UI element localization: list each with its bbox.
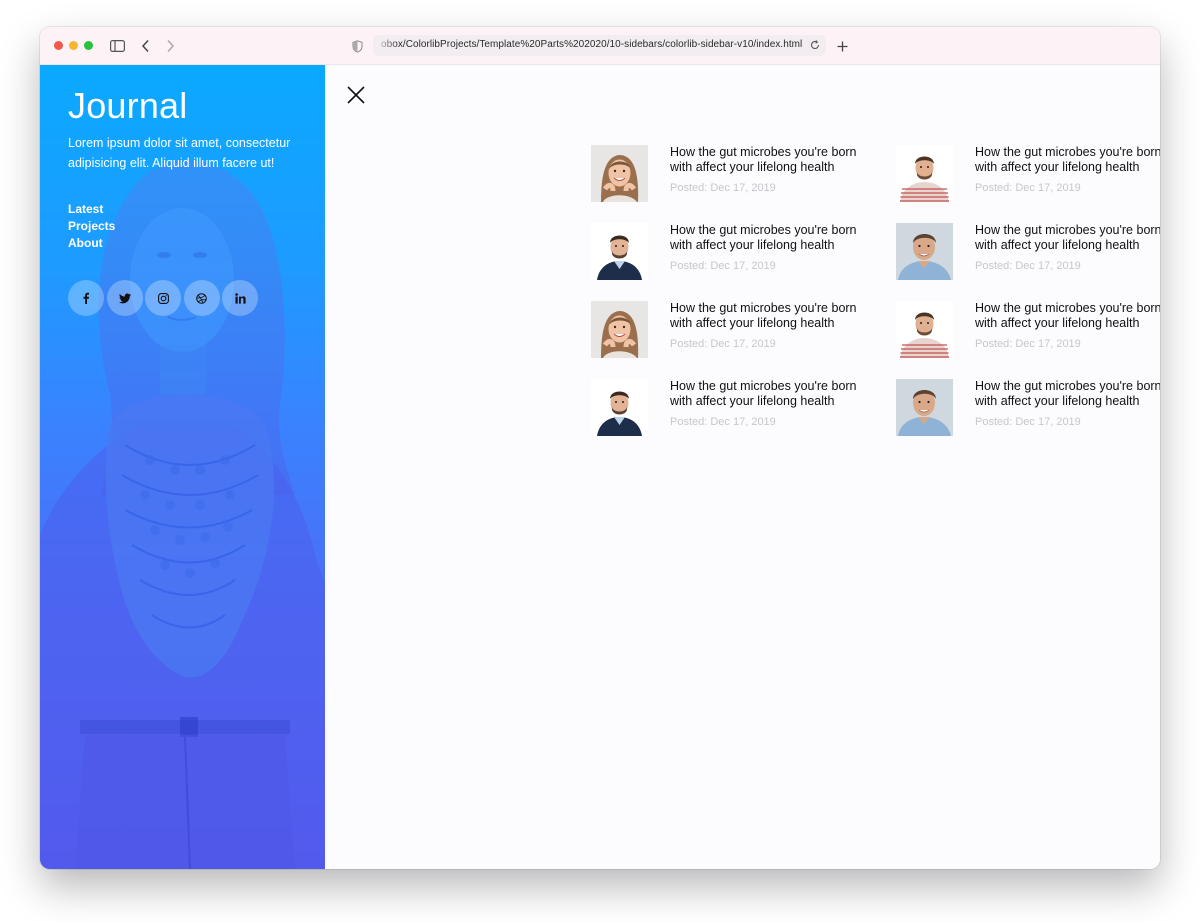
post-thumbnail[interactable] (591, 301, 648, 358)
sidebar: Journal Lorem ipsum dolor sit amet, cons… (40, 65, 325, 869)
back-icon[interactable] (136, 36, 156, 56)
post-date: Posted: Dec 17, 2019 (975, 416, 1081, 428)
avatar-man-sweater (591, 379, 648, 436)
post-item: How the gut microbes you're born with af… (896, 145, 1160, 205)
post-title[interactable]: How the gut microbes you're born with af… (975, 301, 1160, 331)
brand-title[interactable]: Journal (68, 85, 187, 127)
instagram-link[interactable] (145, 280, 181, 316)
new-tab-icon[interactable] (832, 36, 852, 56)
avatar-man-striped-shirt (896, 301, 953, 358)
post-date: Posted: Dec 17, 2019 (670, 338, 776, 350)
post-thumbnail[interactable] (896, 223, 953, 280)
post-title[interactable]: How the gut microbes you're born with af… (975, 379, 1160, 409)
nav-item-latest[interactable]: Latest (68, 201, 115, 218)
twitter-icon (118, 293, 131, 303)
dribbble-icon (196, 292, 207, 304)
facebook-link[interactable] (68, 280, 104, 316)
shield-icon[interactable] (347, 36, 367, 56)
close-window-button[interactable] (54, 41, 63, 50)
post-item: How the gut microbes you're born with af… (591, 379, 911, 439)
post-item: How the gut microbes you're born with af… (591, 223, 911, 283)
avatar-man-sweater (591, 223, 648, 280)
post-title[interactable]: How the gut microbes you're born with af… (670, 301, 930, 331)
facebook-icon (83, 292, 89, 304)
post-title[interactable]: How the gut microbes you're born with af… (670, 379, 930, 409)
brand-tagline: Lorem ipsum dolor sit amet, consectetur … (68, 136, 291, 170)
post-item: How the gut microbes you're born with af… (591, 301, 911, 361)
avatar-man-blue-shirt (896, 379, 953, 436)
sidebar-toggle-icon[interactable] (107, 36, 127, 56)
close-sidebar-button[interactable] (345, 84, 367, 106)
avatar-man-striped-shirt (896, 145, 953, 202)
post-date: Posted: Dec 17, 2019 (975, 182, 1081, 194)
avatar-woman-smiling (591, 145, 648, 202)
reload-icon[interactable] (808, 38, 822, 52)
social-links (68, 280, 261, 316)
post-title[interactable]: How the gut microbes you're born with af… (670, 223, 930, 253)
linkedin-link[interactable] (222, 280, 258, 316)
linkedin-icon (234, 292, 246, 304)
post-date: Posted: Dec 17, 2019 (975, 260, 1081, 272)
post-date: Posted: Dec 17, 2019 (670, 260, 776, 272)
post-thumbnail[interactable] (896, 379, 953, 436)
main-content: How the gut microbes you're born with af… (325, 65, 1160, 869)
post-thumbnail[interactable] (591, 379, 648, 436)
post-thumbnail[interactable] (591, 223, 648, 280)
close-icon (347, 86, 365, 104)
post-date: Posted: Dec 17, 2019 (670, 182, 776, 194)
avatar-woman-smiling (591, 301, 648, 358)
nav-item-about[interactable]: About (68, 235, 115, 252)
post-thumbnail[interactable] (896, 145, 953, 202)
post-thumbnail[interactable] (591, 145, 648, 202)
sidebar-nav: Latest Projects About (68, 201, 115, 252)
dribbble-link[interactable] (183, 280, 220, 316)
post-date: Posted: Dec 17, 2019 (975, 338, 1081, 350)
post-title[interactable]: How the gut microbes you're born with af… (975, 223, 1160, 253)
nav-item-projects[interactable]: Projects (68, 218, 115, 235)
post-thumbnail[interactable] (896, 301, 953, 358)
post-item: How the gut microbes you're born with af… (896, 301, 1160, 361)
forward-icon[interactable] (160, 36, 180, 56)
address-bar[interactable]: obox/ColorlibProjects/Template%20Parts%2… (373, 35, 826, 56)
instagram-icon (157, 292, 169, 304)
post-title[interactable]: How the gut microbes you're born with af… (975, 145, 1160, 175)
avatar-man-blue-shirt (896, 223, 953, 280)
sidebar-background-photo (40, 160, 325, 869)
post-item: How the gut microbes you're born with af… (896, 223, 1160, 283)
maximize-window-button[interactable] (84, 41, 93, 50)
browser-window: obox/ColorlibProjects/Template%20Parts%2… (40, 27, 1160, 869)
twitter-link[interactable] (106, 280, 143, 316)
browser-toolbar: obox/ColorlibProjects/Template%20Parts%2… (40, 27, 1160, 65)
post-item: How the gut microbes you're born with af… (896, 379, 1160, 439)
minimize-window-button[interactable] (69, 41, 78, 50)
post-title[interactable]: How the gut microbes you're born with af… (670, 145, 930, 175)
post-item: How the gut microbes you're born with af… (591, 145, 911, 205)
post-date: Posted: Dec 17, 2019 (670, 416, 776, 428)
url-text: obox/ColorlibProjects/Template%20Parts%2… (381, 39, 803, 50)
